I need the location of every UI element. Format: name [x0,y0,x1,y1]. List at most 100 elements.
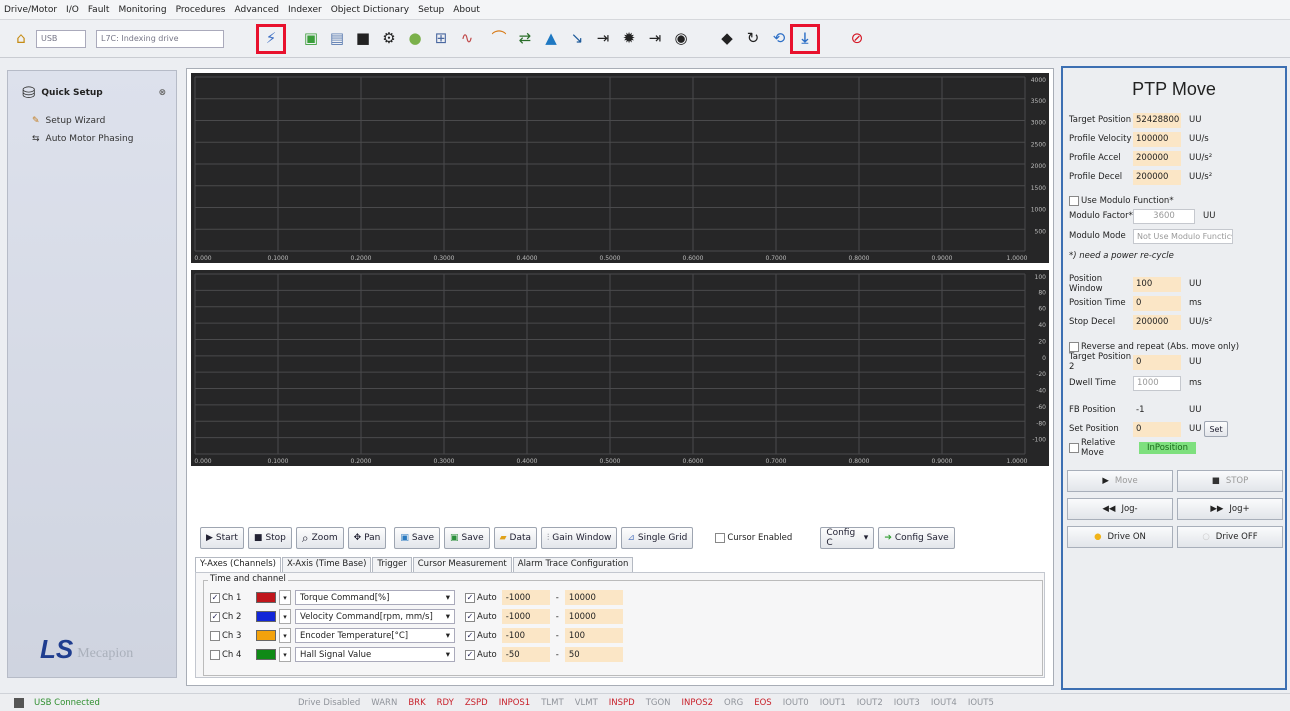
relative-move-checkbox[interactable] [1069,443,1079,453]
auto-checkbox[interactable]: ✓ [465,611,475,622]
move-button[interactable]: ▶ Move [1067,470,1173,492]
scope-icon[interactable]: ∿ [456,28,478,50]
config-select[interactable]: Config C ▾ [820,527,875,549]
chevron-down-icon[interactable]: ▾ [279,647,291,662]
connect-plug-icon[interactable]: ⚡ [256,23,286,54]
refresh-icon[interactable]: ↻ [742,28,764,50]
profile-accel-input[interactable]: 200000 [1133,150,1181,166]
drive-select[interactable]: L7C: Indexing drive [96,29,224,48]
target-position2-input[interactable]: 0 [1133,354,1181,370]
config-save-button[interactable]: ➔ Config Save [878,527,955,549]
tab-y-axes[interactable]: Y-Axes (Channels) [195,557,281,572]
start-button[interactable]: ▶ Start [200,527,244,549]
jog-plus-button[interactable]: ▶▶ Jog+ [1177,498,1283,520]
set-position-input[interactable]: 0 [1133,421,1181,437]
fault-icon[interactable]: ✹ [618,28,640,50]
dwell-time-input[interactable]: 1000 [1133,375,1181,391]
channel-max-input[interactable]: 10000 [564,590,623,605]
zoom-button[interactable]: ⌕ Zoom [295,527,344,549]
tab-cursor-measurement[interactable]: Cursor Measurement [412,557,512,572]
channel-signal-select[interactable]: Hall Signal Value ▾ [295,647,455,662]
eraser-icon[interactable]: ◆ [716,28,738,50]
chevron-down-icon[interactable]: ▾ [279,590,291,605]
cursor-enabled-checkbox[interactable]: Cursor Enabled [715,533,792,543]
output-icon[interactable]: ⇥ [644,28,666,50]
sidebar-item-setup-wizard[interactable]: ✎ Setup Wizard [8,112,176,130]
profile-decel-input[interactable]: 200000 [1133,169,1181,185]
download-icon[interactable]: ⤓ [790,23,820,54]
sidebar-item-auto-motor-phasing[interactable]: ⇆ Auto Motor Phasing [8,130,176,148]
channel-color-swatch[interactable] [256,592,276,603]
channel-color-swatch[interactable] [256,630,276,641]
scope-plot-2[interactable]: 0.000 0.1000 0.2000 0.3000 0.4000 0.5000 0.600… [191,270,1049,466]
document-icon[interactable]: ▤ [326,28,348,50]
sync-icon[interactable]: ⟲ [768,28,790,50]
data-button[interactable]: ▰ Data [493,527,538,549]
reverse-checkbox[interactable] [1069,342,1079,352]
jog-icon[interactable]: ⇄ [514,28,536,50]
channel-max-input[interactable]: 100 [564,628,623,643]
target-position-input[interactable]: 52428800 [1133,112,1181,128]
gain-window-button[interactable]: ⫶ Gain Window [541,527,618,549]
stop-decel-input[interactable]: 200000 [1133,314,1181,330]
channel-checkbox[interactable] [210,649,220,660]
tab-trigger[interactable]: Trigger [372,557,412,572]
channel-color-swatch[interactable] [256,611,276,622]
connection-select[interactable]: USB [36,29,86,48]
channel-min-input[interactable]: -50 [501,647,550,662]
tuning-icon[interactable]: ⌒ [488,28,510,50]
channel-max-input[interactable]: 50 [564,647,623,662]
menu-advanced[interactable]: Advanced [235,5,279,15]
home-icon[interactable]: ⌂ [10,28,32,50]
menu-monitoring[interactable]: Monitoring [118,5,166,15]
channel-signal-select[interactable]: Velocity Command[rpm, mm/s] ▾ [295,609,455,624]
set-button[interactable]: Set [1204,421,1228,437]
disable-icon[interactable]: ⊘ [846,28,868,50]
use-modulo-checkbox-row[interactable]: Use Modulo Function* [1069,193,1174,209]
sound-icon[interactable]: ◉ [670,28,692,50]
menu-drive-motor[interactable]: Drive/Motor [4,5,57,15]
channel-min-input[interactable]: -1000 [501,590,550,605]
channel-checkbox[interactable]: ✓ [210,611,220,622]
bulb-icon[interactable]: ● [404,28,426,50]
homing-icon[interactable]: ▲ [540,28,562,50]
menu-fault[interactable]: Fault [88,5,110,15]
gear-icon[interactable]: ⚙ [378,28,400,50]
profile-velocity-input[interactable]: 100000 [1133,131,1181,147]
auto-checkbox[interactable]: ✓ [465,592,475,603]
terminal-icon[interactable]: ⊞ [430,28,452,50]
auto-checkbox[interactable]: ✓ [465,649,475,660]
menu-indexer[interactable]: Indexer [288,5,322,15]
cursor-checkbox[interactable] [715,533,726,543]
modulo-factor-input[interactable]: 3600 [1133,208,1195,224]
tab-alarm-trace[interactable]: Alarm Trace Configuration [512,557,634,572]
single-grid-button[interactable]: ⊿ Single Grid [621,527,694,549]
menu-about[interactable]: About [453,5,480,15]
menu-procedures[interactable]: Procedures [176,5,226,15]
menu-io[interactable]: I/O [66,5,79,15]
position-window-input[interactable]: 100 [1133,276,1181,292]
channel-color-swatch[interactable] [256,649,276,660]
channel-min-input[interactable]: -1000 [501,609,550,624]
auto-checkbox[interactable]: ✓ [465,630,475,641]
channel-checkbox[interactable]: ✓ [210,592,220,603]
use-modulo-checkbox[interactable] [1069,196,1079,206]
save-image-button[interactable]: ▣ Save [394,527,440,549]
camera-icon[interactable]: ■ [352,28,374,50]
menu-setup[interactable]: Setup [418,5,444,15]
input-icon[interactable]: ⇥ [592,28,614,50]
channel-min-input[interactable]: -100 [501,628,550,643]
scope-plot-1[interactable]: 0.000 0.1000 0.2000 0.3000 0.4000 0.5000 0.600… [191,73,1049,263]
jog-minus-button[interactable]: ◀◀ Jog- [1067,498,1173,520]
stop-button[interactable]: ■ Stop [247,527,292,549]
tab-x-axis[interactable]: X-Axis (Time Base) [281,557,372,572]
chevron-down-icon[interactable]: ▾ [279,609,291,624]
save-data-button[interactable]: ▣ Save [444,527,490,549]
channel-signal-select[interactable]: Torque Command[%] ▾ [295,590,455,605]
channel-signal-select[interactable]: Encoder Temperature[°C] ▾ [295,628,455,643]
drive-params-icon[interactable]: ▣ [300,28,322,50]
ptp-stop-button[interactable]: ■ STOP [1177,470,1283,492]
channel-checkbox[interactable] [210,630,220,641]
modulo-mode-select[interactable]: Not Use Modulo Functic ▾ [1133,228,1233,244]
position-time-input[interactable]: 0 [1133,295,1181,311]
